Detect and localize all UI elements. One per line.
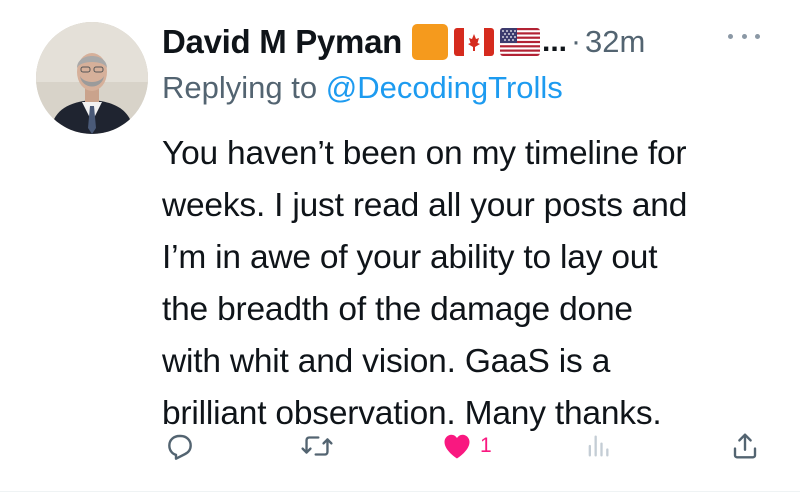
replying-to-handle[interactable]: @DecodingTrolls [326, 70, 563, 105]
orange-square-icon [412, 24, 449, 60]
retweet-button[interactable] [300, 426, 334, 466]
like-count: 1 [480, 434, 492, 457]
reply-button[interactable] [164, 426, 196, 466]
avatar[interactable] [36, 22, 148, 134]
timestamp[interactable]: 32m [585, 24, 645, 60]
like-button[interactable]: 1 [442, 426, 492, 466]
tweet-header: David M Pyman ... · 32m [162, 18, 772, 66]
replying-to: Replying to @DecodingTrolls [162, 70, 563, 106]
separator-dot: · [571, 25, 582, 58]
tweet-actions: 1 [162, 426, 762, 466]
canada-flag-icon [454, 28, 495, 56]
usa-flag-icon [500, 28, 541, 56]
more-options-icon[interactable] [728, 30, 760, 42]
name-truncation: ... [542, 25, 568, 58]
tweet-text-line: I’m in awe of your ability to lay out [162, 239, 658, 276]
share-button[interactable] [730, 426, 760, 466]
tweet-text: You haven’t been on my timeline for week… [162, 128, 782, 440]
tweet[interactable]: David M Pyman ... · 32m Replying to @Dec… [0, 0, 800, 492]
replying-to-label: Replying to [162, 70, 318, 105]
views-icon [588, 435, 609, 457]
tweet-text-line: the breadth of the damage done [162, 291, 633, 328]
heart-filled-icon [444, 434, 470, 459]
avatar-image [36, 22, 148, 134]
author-badges [412, 24, 541, 60]
tweet-text-line: You haven’t been on my timeline for [162, 135, 687, 172]
author-display-name[interactable]: David M Pyman [162, 23, 402, 61]
reply-icon [168, 434, 192, 460]
tweet-text-line: weeks. I just read all your posts and [162, 187, 688, 224]
tweet-text-line: with whit and vision. GaaS is a [162, 343, 611, 380]
views-button[interactable] [584, 426, 612, 466]
retweet-icon [301, 436, 333, 456]
share-icon [733, 433, 757, 459]
